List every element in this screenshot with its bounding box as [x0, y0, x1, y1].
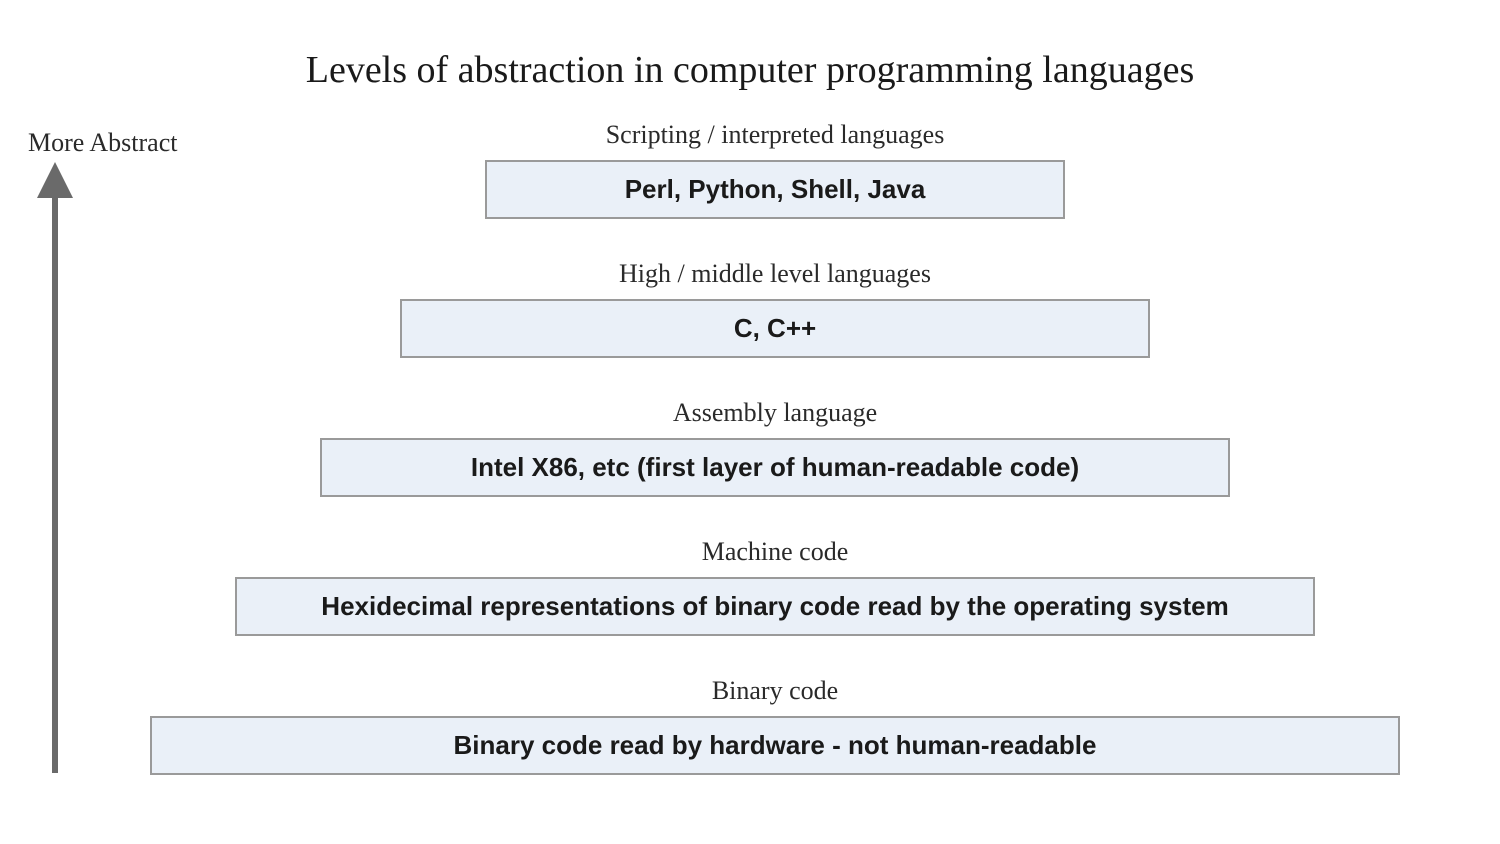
arrow-line [52, 198, 58, 773]
arrow-head-icon [37, 162, 73, 198]
level-box: Binary code read by hardware - not human… [150, 716, 1400, 775]
level-high-middle: High / middle level languages C, C++ [110, 259, 1440, 358]
level-machine-code: Machine code Hexidecimal representations… [110, 537, 1440, 636]
level-binary-code: Binary code Binary code read by hardware… [110, 676, 1440, 775]
level-assembly: Assembly language Intel X86, etc (first … [110, 398, 1440, 497]
level-scripting: Scripting / interpreted languages Perl, … [110, 120, 1440, 219]
abstraction-arrow [52, 162, 73, 773]
level-label: Machine code [702, 537, 849, 567]
level-box: Perl, Python, Shell, Java [485, 160, 1065, 219]
level-label: Binary code [712, 676, 838, 706]
levels-container: Scripting / interpreted languages Perl, … [110, 120, 1440, 775]
level-label: Scripting / interpreted languages [606, 120, 945, 150]
level-label: High / middle level languages [619, 259, 931, 289]
diagram-title: Levels of abstraction in computer progra… [0, 48, 1500, 92]
level-box: Intel X86, etc (first layer of human-rea… [320, 438, 1230, 497]
level-label: Assembly language [673, 398, 877, 428]
level-box: C, C++ [400, 299, 1150, 358]
level-box: Hexidecimal representations of binary co… [235, 577, 1315, 636]
